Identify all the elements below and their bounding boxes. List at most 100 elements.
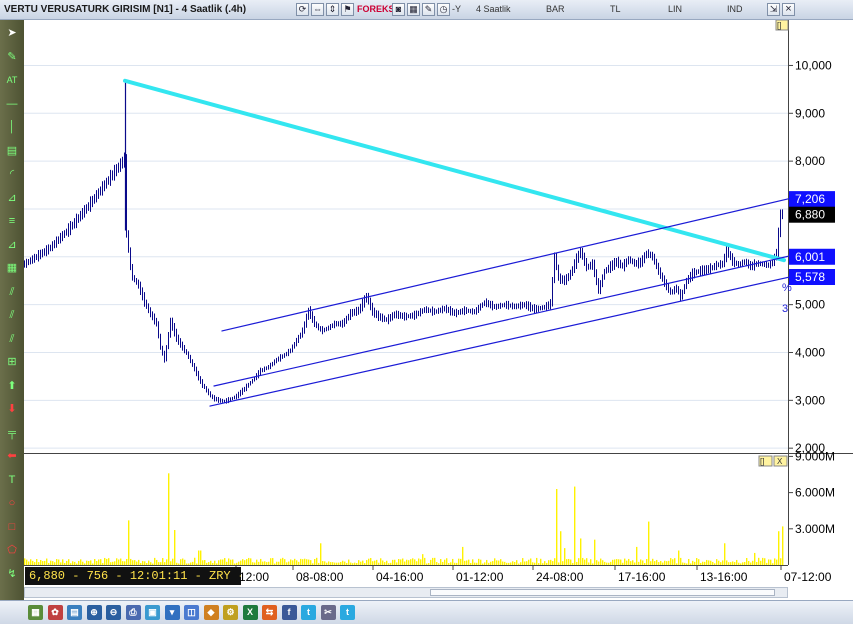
chart-icon[interactable]: ▦ (28, 605, 43, 620)
volume-axis: 9.000M 6.000M 3.000M (788, 449, 835, 536)
year-label[interactable]: -Y (452, 4, 461, 14)
time-tick-label: 07-12:00 (784, 570, 832, 584)
volume-bar (24, 558, 26, 565)
volume-bar (446, 558, 448, 565)
timeframe-icon[interactable]: ◷ (437, 3, 450, 16)
circle-icon[interactable]: ○ (5, 496, 19, 510)
volume-panel-close-label: X (777, 457, 783, 466)
bar-type-label[interactable]: BAR (546, 4, 565, 14)
volume-bar (336, 562, 338, 565)
volume-bar (584, 559, 586, 565)
volume-bar (760, 560, 762, 565)
regression-icon[interactable]: ⫽ (5, 332, 19, 346)
scrollbar-thumb[interactable] (430, 589, 775, 596)
refresh-icon[interactable]: ⟳ (296, 3, 309, 16)
close-icon[interactable]: × (782, 3, 795, 16)
volume-bar (604, 561, 606, 565)
excel-icon[interactable]: X (242, 605, 258, 620)
chart-area[interactable]: 10,0009,0008,0007,0006,0005,0004,0003,00… (24, 20, 853, 600)
pin-icon[interactable]: ⇲ (767, 3, 780, 16)
print-icon[interactable]: ⎙ (125, 605, 141, 620)
volume-bar (222, 559, 224, 565)
foreks-label[interactable]: FOREKS (357, 4, 395, 14)
share-icon[interactable]: ⇆ (262, 605, 277, 620)
volume-bar (722, 560, 724, 565)
expand-icon[interactable]: ⇔ (311, 3, 324, 16)
volume-bar (768, 559, 770, 565)
volume-bar (648, 521, 650, 565)
fibonacci-retracement-icon[interactable]: ≡ (5, 214, 19, 228)
cycle-icon[interactable]: ⊞ (5, 355, 19, 369)
save-icon[interactable]: ▾ (164, 605, 180, 620)
arrow-up-icon[interactable]: ⬆ (5, 379, 19, 393)
arrow-marker-icon[interactable]: ⬅ (5, 449, 19, 463)
facebook-icon[interactable]: f (281, 605, 297, 620)
layers-icon[interactable]: ▤ (67, 605, 82, 620)
volume-bar (282, 557, 284, 565)
vertical-line-icon[interactable]: │ (5, 120, 19, 134)
volume-bar (656, 559, 658, 565)
tweet-icon[interactable]: t (340, 605, 355, 620)
measure-icon[interactable]: ↯ (5, 567, 19, 581)
image-icon[interactable]: ▣ (145, 605, 160, 620)
price-tick-label: 10,000 (795, 58, 832, 72)
palette-icon[interactable]: ✿ (47, 605, 63, 620)
volume-bar (78, 560, 80, 565)
database-icon[interactable]: ◫ (184, 605, 199, 620)
volume-bar (114, 561, 116, 565)
pencil-icon[interactable]: ✎ (5, 50, 19, 64)
rectangle-icon[interactable]: □ (5, 520, 19, 534)
volume-bar (238, 561, 240, 565)
horizontal-scrollbar[interactable] (24, 587, 788, 598)
auto-trend-icon[interactable]: AT (5, 73, 19, 87)
volume-bar (166, 559, 168, 565)
gann-fan-icon[interactable]: ⊿ (5, 238, 19, 252)
volume-bar (416, 561, 418, 565)
speed-lines-icon[interactable]: ⫽ (5, 308, 19, 322)
pattern-icon[interactable]: ▤ (5, 144, 19, 158)
volume-bar (312, 563, 314, 565)
volume-bar (298, 561, 300, 565)
period-label[interactable]: 4 Saatlik (476, 4, 511, 14)
twitter-icon[interactable]: t (301, 605, 316, 620)
polygon-icon[interactable]: ⬠ (5, 543, 19, 557)
text-icon[interactable]: T (5, 473, 19, 487)
bracket-icon[interactable]: ╤ (5, 426, 19, 440)
volume-bar (160, 562, 162, 565)
volume-bar (216, 563, 218, 565)
pencil-toggle-icon[interactable]: ✎ (422, 3, 435, 16)
cursor-icon[interactable]: ➤ (5, 26, 19, 40)
volume-bar (680, 557, 682, 565)
grid-toggle-icon[interactable]: ▦ (407, 3, 420, 16)
volume-bar (170, 561, 172, 565)
volume-bar (732, 561, 734, 565)
volume-bar (678, 550, 680, 565)
volume-bar (296, 560, 298, 565)
volume-bar (598, 561, 600, 565)
volume-bar (280, 558, 282, 565)
currency-label[interactable]: TL (610, 4, 621, 14)
horizontal-line-icon[interactable]: — (5, 97, 19, 111)
channel-icon[interactable]: ⫽ (5, 285, 19, 299)
forex-icon[interactable]: ◆ (203, 605, 219, 620)
tools-icon[interactable]: ✂ (320, 605, 336, 620)
grid-icon[interactable]: ▦ (5, 261, 19, 275)
settings-icon[interactable]: ⚙ (223, 605, 238, 620)
zoom-in-icon[interactable]: ⊕ (86, 605, 102, 620)
volume-bar (578, 558, 580, 565)
scale-label[interactable]: LIN (668, 4, 682, 14)
zoom-out-icon[interactable]: ⊖ (106, 605, 121, 620)
shrink-icon[interactable]: ⇕ (326, 3, 339, 16)
flag-icon[interactable]: ⚑ (341, 3, 354, 16)
fibonacci-fan-icon[interactable]: ⊿ (5, 191, 19, 205)
arc-icon[interactable]: ◜ (5, 167, 19, 181)
indicator-label[interactable]: IND (727, 4, 743, 14)
arrow-down-icon[interactable]: ⬇ (5, 402, 19, 416)
volume-bar (544, 561, 546, 565)
camera-icon[interactable]: ◙ (392, 3, 405, 16)
volume-bar (682, 562, 684, 565)
volume-bar (34, 562, 36, 565)
volume-bar (674, 558, 676, 565)
volume-bar (762, 557, 764, 565)
volume-bar (308, 559, 310, 565)
